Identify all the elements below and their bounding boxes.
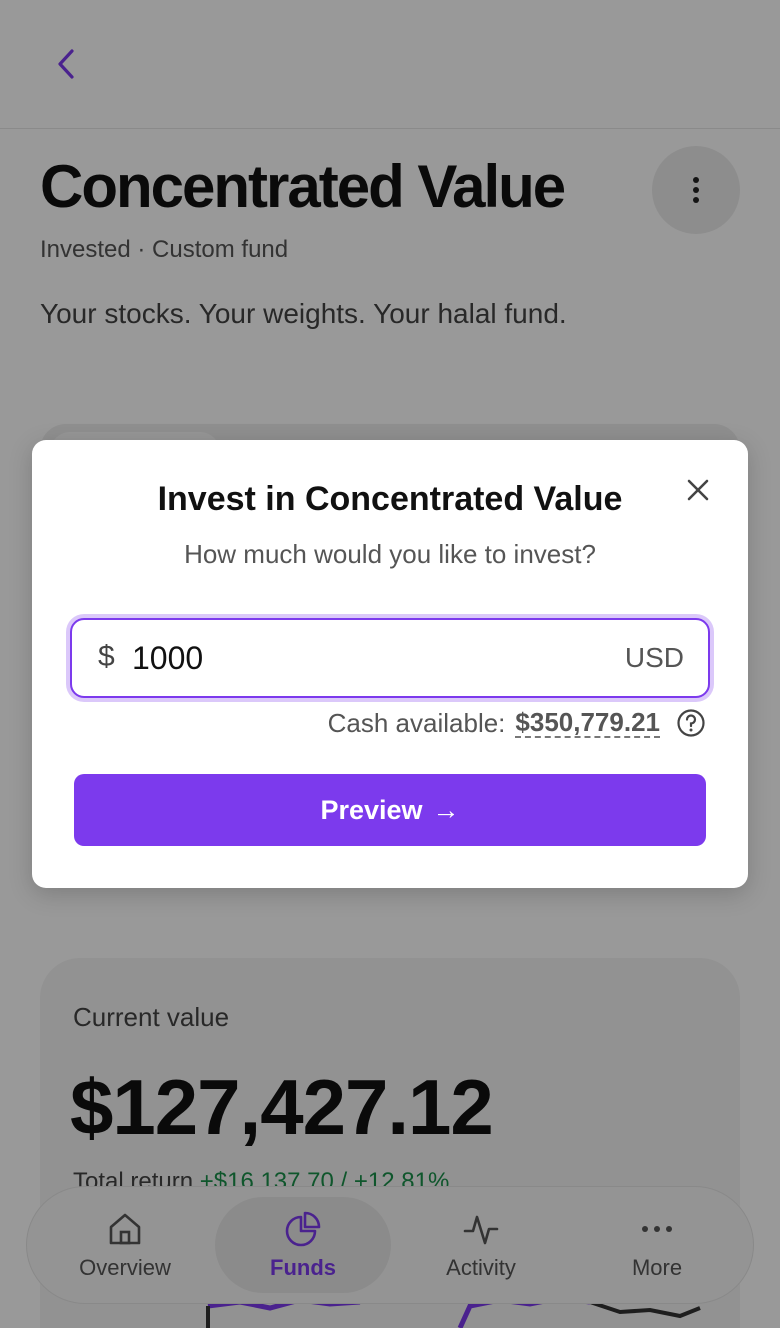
- modal-subtitle: How much would you like to invest?: [184, 539, 596, 569]
- close-button[interactable]: [676, 468, 720, 512]
- cash-available: Cash available: $350,779.21: [328, 706, 706, 740]
- currency-symbol: $: [98, 640, 115, 673]
- help-icon[interactable]: [676, 708, 706, 738]
- cash-available-amount[interactable]: $350,779.21: [515, 708, 660, 738]
- preview-label: Preview: [320, 794, 423, 825]
- amount-field[interactable]: $ USD: [70, 618, 710, 698]
- arrow-right-icon: →: [432, 794, 460, 825]
- preview-button[interactable]: Preview →: [74, 774, 706, 846]
- currency-code: USD: [624, 642, 684, 673]
- modal-title: Invest in Concentrated Value: [157, 480, 623, 518]
- amount-input[interactable]: [132, 630, 572, 686]
- cash-available-label: Cash available:: [327, 707, 506, 738]
- close-icon: [687, 479, 709, 501]
